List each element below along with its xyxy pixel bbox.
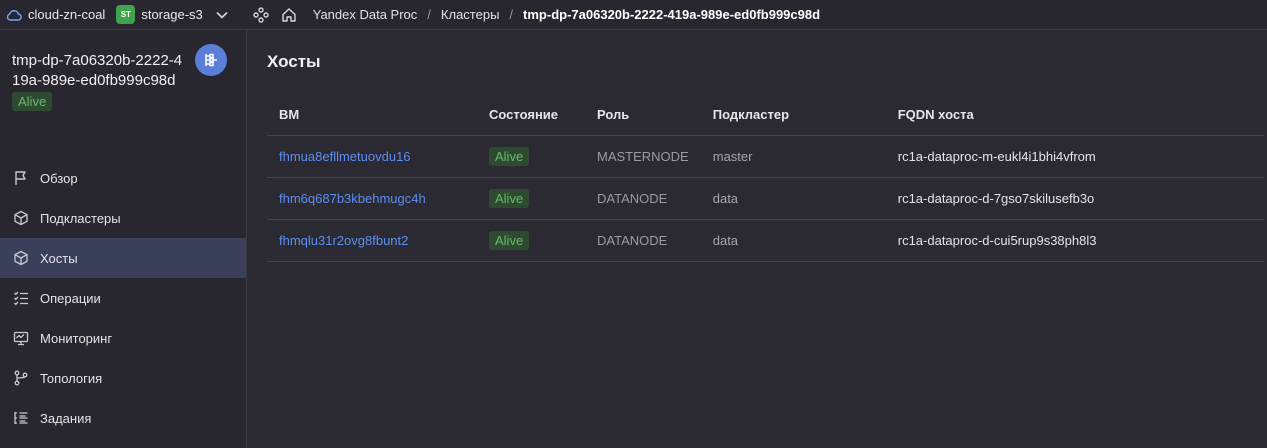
topology-icon bbox=[12, 369, 30, 387]
table-row[interactable]: fhm6q687b3kbehmugc4h Alive DATANODE data… bbox=[267, 177, 1264, 220]
checklist-icon bbox=[12, 289, 30, 307]
sidebar-item-operations[interactable]: Операции bbox=[0, 278, 246, 318]
sidebar-item-label: Подкластеры bbox=[40, 210, 121, 226]
status-badge: Alive bbox=[489, 189, 530, 208]
cube-icon bbox=[12, 209, 30, 227]
breadcrumb-current: tmp-dp-7a06320b-2222-419a-989e-ed0fb999c… bbox=[523, 7, 821, 22]
sidebar-item-overview[interactable]: Обзор bbox=[0, 158, 246, 198]
sidebar-item-label: Топология bbox=[40, 370, 103, 386]
status-badge: Alive bbox=[489, 231, 530, 250]
table-row[interactable]: fhmqlu31r2ovg8fbunt2 Alive DATANODE data… bbox=[267, 219, 1264, 262]
vm-link[interactable]: fhmqlu31r2ovg8fbunt2 bbox=[279, 233, 408, 248]
cluster-status-badge: Alive bbox=[12, 92, 53, 111]
status-badge: Alive bbox=[489, 147, 530, 166]
chevron-down-icon[interactable] bbox=[216, 11, 228, 19]
role-cell: DATANODE bbox=[585, 177, 701, 220]
cluster-name: tmp-dp-7a06320b-2222-419a-989e-ed0fb999c… bbox=[12, 52, 183, 89]
fqdn-cell: rc1a-dataproc-m-eukl4i1bhi4vfrom bbox=[885, 135, 1264, 178]
cube-icon bbox=[12, 249, 30, 267]
cloud-name[interactable]: cloud-zn-coal bbox=[28, 7, 105, 22]
sidebar-nav: Обзор Подкластеры Хосты Операции Монитор… bbox=[0, 158, 246, 438]
task-list-icon bbox=[12, 409, 30, 427]
fqdn-cell: rc1a-dataproc-d-7gso7skilusefb3o bbox=[885, 177, 1264, 220]
column-header-subcluster[interactable]: Подкластер bbox=[700, 93, 886, 136]
sidebar-item-label: Операции bbox=[40, 290, 101, 306]
cloud-icon[interactable] bbox=[6, 8, 22, 22]
data-proc-service-icon bbox=[195, 44, 227, 76]
sidebar-item-label: Задания bbox=[40, 410, 92, 426]
top-bar: cloud-zn-coal ST storage-s3 Yandex Data … bbox=[0, 0, 1267, 30]
services-icon[interactable] bbox=[253, 6, 269, 23]
table-row[interactable]: fhmua8efllmetuovdu16 Alive MASTERNODE ma… bbox=[267, 135, 1264, 178]
subcluster-cell: master bbox=[700, 135, 886, 178]
folder-badge: ST bbox=[116, 5, 136, 24]
role-cell: DATANODE bbox=[585, 219, 701, 262]
sidebar-item-topology[interactable]: Топология bbox=[0, 358, 246, 398]
home-icon[interactable] bbox=[281, 7, 297, 23]
subcluster-cell: data bbox=[700, 177, 886, 220]
breadcrumb-separator: / bbox=[427, 7, 431, 22]
sidebar-item-hosts[interactable]: Хосты bbox=[0, 238, 246, 278]
sidebar-item-label: Обзор bbox=[40, 170, 78, 186]
table-header-row: ВМ Состояние Роль Подкластер FQDN хоста bbox=[267, 93, 1264, 136]
sidebar-item-label: Хосты bbox=[40, 250, 78, 266]
main-content: Хосты ВМ Состояние Роль Подкластер FQDN … bbox=[247, 30, 1267, 448]
folder-name[interactable]: storage-s3 bbox=[141, 7, 202, 22]
role-cell: MASTERNODE bbox=[585, 135, 701, 178]
breadcrumb-separator: / bbox=[509, 7, 514, 22]
vm-link[interactable]: fhm6q687b3kbehmugc4h bbox=[279, 191, 426, 206]
column-header-vm[interactable]: ВМ bbox=[267, 93, 477, 136]
sidebar-item-monitoring[interactable]: Мониторинг bbox=[0, 318, 246, 358]
sidebar-item-label: Мониторинг bbox=[40, 330, 113, 346]
page-title: Хосты bbox=[267, 52, 321, 71]
flag-icon bbox=[12, 169, 30, 187]
column-header-fqdn[interactable]: FQDN хоста bbox=[885, 93, 1264, 136]
cluster-header: tmp-dp-7a06320b-2222-419a-989e-ed0fb999c… bbox=[0, 30, 246, 138]
sidebar-item-subclusters[interactable]: Подкластеры bbox=[0, 198, 246, 238]
sidebar-item-jobs[interactable]: Задания bbox=[0, 398, 246, 438]
subcluster-cell: data bbox=[700, 219, 886, 262]
monitor-icon bbox=[12, 329, 30, 347]
fqdn-cell: rc1a-dataproc-d-cui5rup9s38ph8l3 bbox=[885, 219, 1264, 262]
column-header-status[interactable]: Состояние bbox=[477, 93, 585, 136]
breadcrumb-clusters[interactable]: Кластеры bbox=[441, 7, 500, 22]
hosts-table: ВМ Состояние Роль Подкластер FQDN хоста … bbox=[267, 93, 1264, 262]
breadcrumb-data-proc[interactable]: Yandex Data Proc bbox=[313, 7, 418, 22]
sidebar: tmp-dp-7a06320b-2222-419a-989e-ed0fb999c… bbox=[0, 30, 247, 448]
vm-link[interactable]: fhmua8efllmetuovdu16 bbox=[279, 149, 411, 164]
column-header-role[interactable]: Роль bbox=[585, 93, 701, 136]
